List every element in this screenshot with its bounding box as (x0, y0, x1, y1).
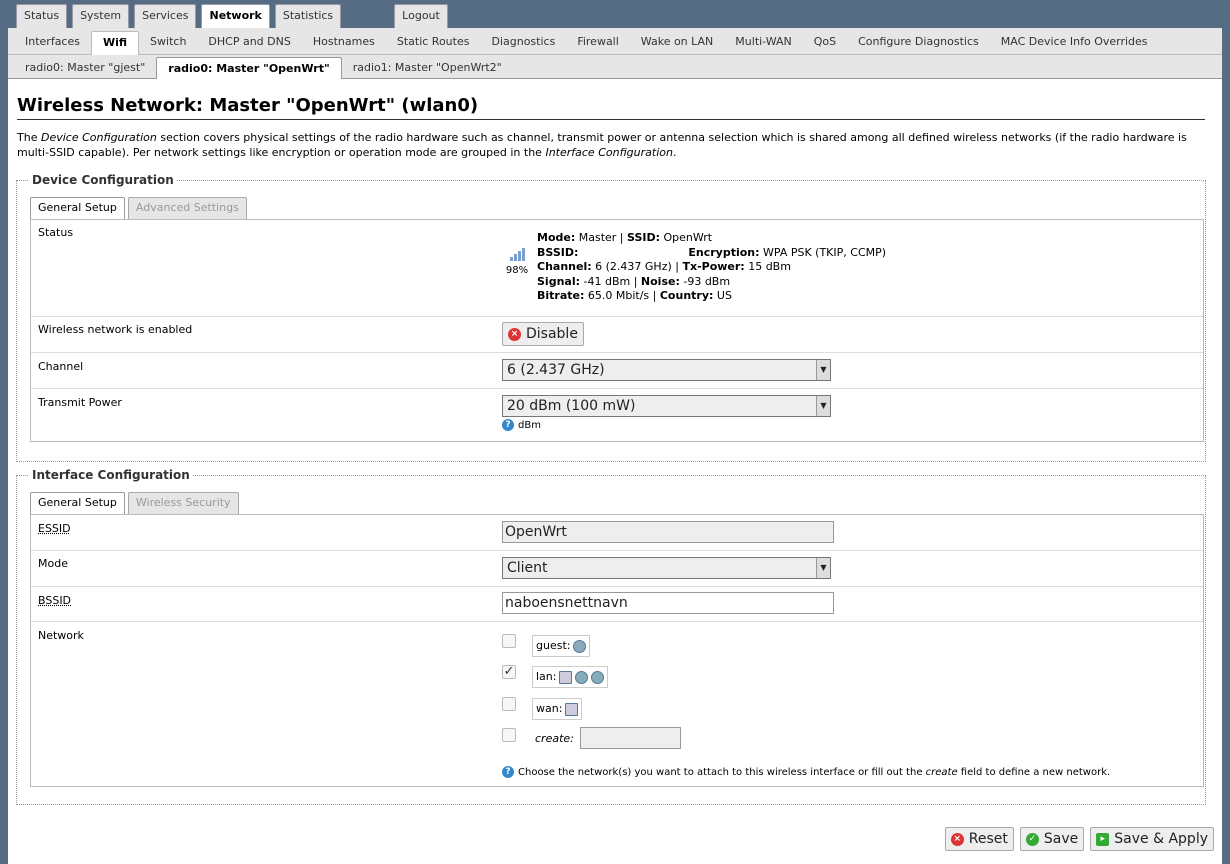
left-frame (0, 28, 8, 864)
iface-general-panel: ESSID OpenWrt Mode Client ▼ BSSID naboens… (30, 514, 1204, 787)
network-guest-checkbox[interactable] (502, 634, 516, 648)
tab-radio0-openwrt[interactable]: radio0: Master "OpenWrt" (156, 57, 342, 79)
save-icon: ✓ (1025, 832, 1039, 846)
enabled-label: Wireless network is enabled (38, 323, 193, 336)
channel-select[interactable]: 6 (2.437 GHz) ▼ (502, 359, 831, 381)
signal-percent: 98% (505, 265, 529, 276)
txpower-label: Transmit Power (38, 396, 122, 409)
main-content: Wireless Network: Master "OpenWrt" (wlan… (8, 79, 1222, 864)
right-frame (1222, 28, 1230, 864)
page-description: The Device Configuration section covers … (17, 131, 1187, 159)
submenu-mac-overrides[interactable]: MAC Device Info Overrides (990, 31, 1159, 55)
mode-select[interactable]: Client ▼ (502, 557, 831, 579)
tab-radio0-gjest[interactable]: radio0: Master "gjest" (14, 57, 156, 79)
bssid-row: BSSID naboensnettnavn (31, 586, 1203, 621)
apply-icon: ▸ (1096, 832, 1110, 846)
wifi-icon (591, 670, 605, 684)
submenu-multi-wan[interactable]: Multi-WAN (724, 31, 802, 55)
create-label: create: (535, 732, 574, 745)
submenu-qos[interactable]: QoS (803, 31, 847, 55)
submenu-static-routes[interactable]: Static Routes (386, 31, 481, 55)
submenu-hostnames[interactable]: Hostnames (302, 31, 386, 55)
txpower-row: Transmit Power 20 dBm (100 mW) ▼ ? dBm (31, 388, 1203, 443)
status-row: Status 98% Mode: Master | SSID: OpenWrt … (31, 220, 1203, 316)
bssid-label: BSSID (38, 594, 72, 607)
submenu-dhcp-dns[interactable]: DHCP and DNS (197, 31, 301, 55)
bssid-input[interactable]: naboensnettnavn (502, 592, 834, 614)
help-icon: ? (502, 766, 514, 778)
reset-button[interactable]: × Reset (944, 827, 1014, 851)
menu-services[interactable]: Services (134, 4, 197, 28)
essid-label: ESSID (38, 522, 71, 535)
submenu-configure-diagnostics[interactable]: Configure Diagnostics (847, 31, 990, 55)
radio-tabs-bar: radio0: Master "gjest" radio0: Master "O… (8, 55, 1222, 79)
page-title: Wireless Network: Master "OpenWrt" (wlan… (17, 95, 1205, 120)
sub-menu-bar: Interfaces Wifi Switch DHCP and DNS Host… (8, 28, 1222, 55)
tab-device-general-setup[interactable]: General Setup (30, 197, 125, 220)
menu-status[interactable]: Status (16, 4, 68, 28)
network-row: Network guest: ✓ lan: wan: create: ? Cho… (31, 621, 1203, 788)
action-buttons: × Reset ✓ Save ▸ Save & Apply (944, 827, 1214, 851)
device-general-panel: Status 98% Mode: Master | SSID: OpenWrt … (30, 219, 1204, 442)
submenu-wake-on-lan[interactable]: Wake on LAN (630, 31, 725, 55)
top-menu-bar: Status System Services Network Statistic… (0, 0, 1230, 28)
submenu-diagnostics[interactable]: Diagnostics (480, 31, 566, 55)
wifi-icon (573, 639, 587, 653)
reset-icon: × (950, 832, 964, 846)
network-lan-label: lan: (532, 666, 609, 688)
disable-icon: × (508, 327, 521, 341)
channel-row: Channel 6 (2.437 GHz) ▼ (31, 352, 1203, 388)
submenu-wifi[interactable]: Wifi (90, 31, 140, 55)
interface-configuration-legend: Interface Configuration (29, 468, 193, 482)
mode-row: Mode Client ▼ (31, 550, 1203, 586)
create-input[interactable] (580, 727, 681, 749)
txpower-help-text: dBm (518, 420, 541, 431)
essid-row: ESSID OpenWrt (31, 515, 1203, 550)
device-configuration-legend: Device Configuration (29, 173, 177, 187)
menu-logout[interactable]: Logout (394, 4, 448, 28)
network-create-checkbox[interactable] (502, 728, 516, 742)
mode-label: Mode (38, 557, 68, 570)
chevron-down-icon: ▼ (816, 396, 830, 416)
txpower-select[interactable]: 20 dBm (100 mW) ▼ (502, 395, 831, 417)
save-apply-button[interactable]: ▸ Save & Apply (1090, 827, 1214, 851)
signal-bars-icon (502, 245, 532, 261)
submenu-firewall[interactable]: Firewall (566, 31, 629, 55)
chevron-down-icon: ▼ (816, 558, 830, 578)
chevron-down-icon: ▼ (816, 360, 830, 380)
network-wan-label: wan: (532, 698, 583, 720)
submenu-interfaces[interactable]: Interfaces (14, 31, 91, 55)
channel-label: Channel (38, 360, 84, 373)
tab-iface-general-setup[interactable]: General Setup (30, 492, 125, 515)
tab-radio1-openwrt2[interactable]: radio1: Master "OpenWrt2" (342, 57, 513, 79)
interface-configuration-section: Interface Configuration General Setup Wi… (16, 468, 1206, 805)
ethernet-icon (565, 702, 579, 716)
disable-button[interactable]: × Disable (502, 322, 584, 346)
network-lan-checkbox[interactable]: ✓ (502, 665, 516, 679)
essid-input[interactable]: OpenWrt (502, 521, 834, 543)
enabled-row: Wireless network is enabled × Disable (31, 316, 1203, 352)
tab-device-advanced-settings[interactable]: Advanced Settings (127, 197, 247, 219)
tab-iface-wireless-security[interactable]: Wireless Security (127, 492, 239, 514)
help-icon: ? (502, 419, 514, 431)
network-guest-label: guest: (532, 635, 591, 657)
status-label: Status (38, 226, 74, 239)
bridge-icon (559, 670, 573, 684)
network-wan-checkbox[interactable] (502, 697, 516, 711)
signal-indicator: 98% (502, 245, 532, 276)
wifi-icon (575, 670, 589, 684)
save-button[interactable]: ✓ Save (1019, 827, 1085, 851)
menu-system[interactable]: System (72, 4, 130, 28)
status-details: Mode: Master | SSID: OpenWrt BSSID: Encry… (537, 231, 887, 303)
network-help: ? Choose the network(s) you want to attac… (502, 766, 1142, 778)
menu-statistics[interactable]: Statistics (274, 4, 342, 28)
submenu-switch[interactable]: Switch (139, 31, 197, 55)
network-label: Network (38, 629, 84, 642)
device-configuration-section: Device Configuration General Setup Advan… (16, 173, 1206, 462)
menu-network[interactable]: Network (201, 4, 270, 28)
